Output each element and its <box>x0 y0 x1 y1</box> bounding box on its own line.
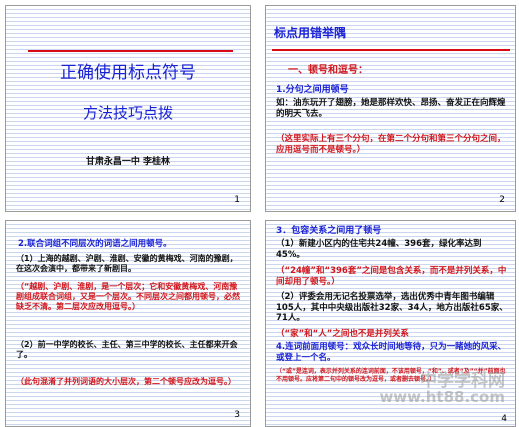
item-heading-2: 4.连词前面用顿号：戏众长时间地等待，只为一睹她的风采、或登上一个名。 <box>276 342 507 363</box>
item-heading-1: 3．包容关系之间用了顿号 <box>276 226 382 236</box>
item-heading: 1.分句之间用顿号 <box>276 85 349 95</box>
example-text-2: （2）前一中学的校长、主任、第三中学的校长、主任都来开会了。 <box>16 340 238 359</box>
section-heading: 一、顿号和逗号： <box>288 65 368 76</box>
slide-subtitle: 方法技巧点拨 <box>82 104 173 122</box>
slide-heading: 标点用错举隅 <box>274 26 347 40</box>
note-text: （这里实际上有三个分句，在第二个分句和第三个分句之间，应用逗号而不是顿号。） <box>276 134 506 155</box>
example-text: 如：油东玩开了翅膀，她是那样欢快、昂扬、奋发正在向辉煌的明天飞去。 <box>276 98 506 119</box>
example-text-2: （2）评委会用无记名投票选举，选出优秀中青年图书编辑105人，其中中央级出版社3… <box>276 292 508 324</box>
slide-2[interactable]: 标点用错举隅 一、顿号和逗号： 1.分句之间用顿号 如：油东玩开了翅膀，她是那样… <box>265 5 516 212</box>
slide-number: 2 <box>499 195 505 205</box>
slide-number: 1 <box>234 195 240 205</box>
heading-rule <box>272 49 510 51</box>
note-text-2: （“家”和“人”之间也不是并列关系 <box>276 329 409 339</box>
note-text-1: （“24幢”和“396套”之间是包含关系，而不是并列关系，中间却用了顿号。） <box>276 266 507 287</box>
slide-title: 正确使用标点符号 <box>60 63 196 83</box>
slide-number: 4 <box>501 414 507 424</box>
item-heading: 2.联合词组不同层次的词语之间用顿号。 <box>18 239 172 249</box>
note-text-2: （此句混淆了并列词语的大小层次，第二个顿号应改为逗号。） <box>16 377 236 386</box>
example-text-1: （1）上海的越剧、沪剧、淮剧、安徽的黄梅戏、河南的豫剧，在这次会演中，都带来了新… <box>16 254 238 273</box>
slide-3[interactable]: 2.联合词组不同层次的词语之间用顿号。 （1）上海的越剧、沪剧、淮剧、安徽的黄梅… <box>5 220 251 427</box>
slide-author: 甘肃永昌一中 李桂林 <box>85 157 171 167</box>
slide-1[interactable]: 正确使用标点符号 方法技巧点拨 甘肃永昌一中 李桂林 1 <box>5 5 251 212</box>
example-text-1: （1）新建小区内的住宅共24幢、396套，绿化率达到45%。 <box>276 239 482 260</box>
slide-4[interactable]: 3．包容关系之间用了顿号 （1）新建小区内的住宅共24幢、396套，绿化率达到4… <box>265 220 516 427</box>
note-text-1: （“越剧、沪剧、淮剧，是一个层次；它和安徽黄梅戏、河南豫剧组成联合词组，又是一个… <box>16 282 240 311</box>
slide-number: 3 <box>234 410 240 420</box>
watermark-url: www.ht88.com <box>379 388 505 406</box>
title-rule <box>28 50 233 52</box>
